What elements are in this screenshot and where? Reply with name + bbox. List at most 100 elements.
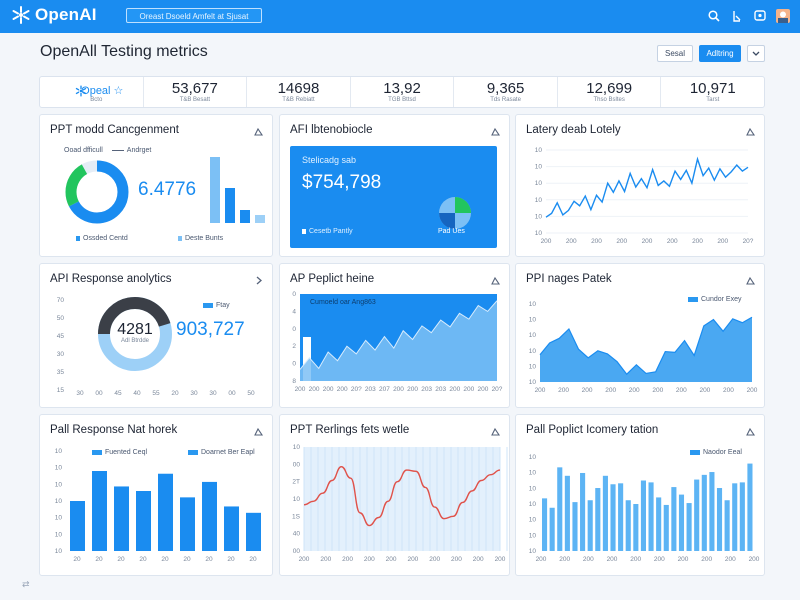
x-tick-label: 200 — [342, 556, 353, 563]
x-tick-label: 200 — [723, 387, 734, 394]
top-bar: OpenAI Oreast Dsoeld Amfelt at Sjusat — [0, 0, 800, 33]
kpi-sub: T&B Rebiatt — [282, 97, 315, 103]
x-tick-label: 200 — [678, 556, 689, 563]
primary-button[interactable]: Adltring — [699, 45, 741, 62]
inventory-bar-chart: 10101010101010200 200 200 200 200 200 200 200 20… — [529, 454, 760, 563]
y-tick-label: 10 — [529, 485, 537, 492]
y-tick-label: 10 — [55, 531, 63, 538]
kpi-value: 13,92 — [383, 80, 421, 97]
brand[interactable]: OpenAI — [12, 5, 97, 25]
y-tick-label: 0 — [292, 361, 296, 368]
kpi-brand: Opeal ☆ Bcto — [40, 77, 143, 107]
bar — [701, 474, 707, 551]
ratings-line-chart: 00 40 1S 10 2T 00 10 200 200 200 200 200 200 200 200 20… — [292, 444, 508, 563]
y-tick-label: 10 — [55, 548, 63, 555]
settings-icon[interactable] — [490, 124, 501, 136]
x-tick-label: 200 — [717, 238, 728, 245]
x-tick-label: 55 — [152, 390, 160, 397]
bar — [656, 497, 662, 551]
bar — [648, 482, 654, 551]
x-tick-label: 200 — [749, 556, 760, 563]
legend-foot-a: Ossded Centd — [76, 235, 128, 242]
x-tick-label: 200 — [692, 238, 703, 245]
legend: Cundor Exey — [688, 296, 741, 303]
y-tick-label: 10 — [535, 230, 543, 237]
x-tick-label: 50 — [247, 390, 255, 397]
x-tick-label: 200 — [566, 238, 577, 245]
bar — [618, 483, 624, 551]
x-tick-label: 200 — [323, 386, 334, 393]
kpi-item: 9,365 Tds Rasate — [453, 77, 557, 107]
bar — [224, 506, 239, 551]
secondary-button[interactable]: Sesal — [657, 45, 693, 62]
bar — [70, 501, 85, 551]
page-title: OpenAll Testing metrics — [40, 43, 208, 60]
y-tick-label: 10 — [529, 548, 537, 555]
search-icon[interactable] — [707, 9, 721, 23]
x-tick-label: 20 — [73, 556, 81, 563]
x-tick-label: 200 — [559, 556, 570, 563]
x-tick-label: 20? — [743, 238, 754, 245]
card-response-bars: Pall Response Nat horek 10 10 10 10 10 10 10 20… — [39, 414, 273, 576]
legend: Naodor Eeal — [690, 449, 742, 456]
y-tick-label: 10 — [529, 317, 537, 324]
x-tick-label: 200 — [407, 556, 418, 563]
bar — [587, 500, 593, 551]
card-latency: Latery deab Lotely 10 10 10 10 10 10 200 200 200… — [515, 114, 765, 257]
header-actions: Sesal Adltring — [657, 45, 765, 62]
bar — [739, 482, 745, 551]
x-tick-label: 200 — [676, 387, 687, 394]
chevron-down-icon — [752, 51, 760, 56]
bar — [694, 479, 700, 551]
bar — [747, 463, 753, 551]
y-tick-label: 10 — [529, 301, 537, 308]
document-icon[interactable] — [730, 9, 744, 23]
bar — [580, 472, 586, 551]
bar — [678, 494, 685, 551]
x-tick-label: 200 — [429, 556, 440, 563]
x-tick-label: 200 — [337, 386, 348, 393]
y-tick-label: 2T — [292, 479, 300, 486]
y-tick-label: 10 — [535, 164, 543, 171]
x-tick-label: 203 — [421, 386, 432, 393]
y-tick-label: 10 — [529, 454, 537, 461]
kpi-strip: Opeal ☆ Bcto 53,677 T&B Besatt 14698 T&B R… — [39, 76, 765, 108]
avatar[interactable] — [776, 9, 790, 23]
bar — [114, 486, 129, 551]
bar — [246, 512, 261, 551]
more-dropdown[interactable] — [747, 45, 765, 62]
bar — [572, 502, 578, 551]
search-input[interactable]: Oreast Dsoeld Amfelt at Sjusat — [126, 8, 262, 23]
card-api-intel: AFI lbtenobiocle Stelicadg sab $754,798 … — [279, 114, 510, 257]
x-tick-label: 40 — [133, 390, 141, 397]
x-tick-label: 00 — [95, 390, 103, 397]
x-tick-label: 200 — [364, 556, 375, 563]
x-tick-label: 200 — [535, 387, 546, 394]
y-tick-label: 10 — [535, 197, 543, 204]
ring-value: 4281 — [117, 321, 153, 338]
panel-footer-text: Cesetb Pantly — [309, 228, 353, 235]
panel-footer: Cesetb Pantly — [302, 228, 353, 235]
y-tick-label: 15 — [57, 387, 65, 394]
x-tick-label: 200 — [320, 556, 331, 563]
kpi-sub: Tarst — [706, 97, 720, 103]
chat-icon[interactable] — [753, 9, 767, 23]
y-tick-label: 10 — [529, 470, 537, 477]
footer-arrow-icon[interactable]: ⇄ — [22, 579, 30, 590]
legend-swatch — [688, 297, 698, 302]
x-tick-label: 200 — [299, 556, 310, 563]
x-tick-label: 20 — [183, 556, 191, 563]
x-tick-label: 30 — [209, 390, 217, 397]
x-tick-label: 20? — [492, 386, 503, 393]
x-tick-label: 200 — [583, 556, 594, 563]
y-tick-label: 30 — [57, 351, 65, 358]
x-tick-label: 200 — [699, 387, 710, 394]
x-tick-label: 20 — [227, 556, 235, 563]
kpi-sub: Thso Bsltes — [593, 97, 625, 103]
x-tick-label: 20 — [171, 390, 179, 397]
y-tick-label: 10 — [529, 348, 537, 355]
x-tick-label: 200 — [607, 556, 618, 563]
bar — [724, 500, 730, 551]
settings-icon[interactable] — [253, 124, 264, 136]
x-tick-label: 200 — [725, 556, 736, 563]
